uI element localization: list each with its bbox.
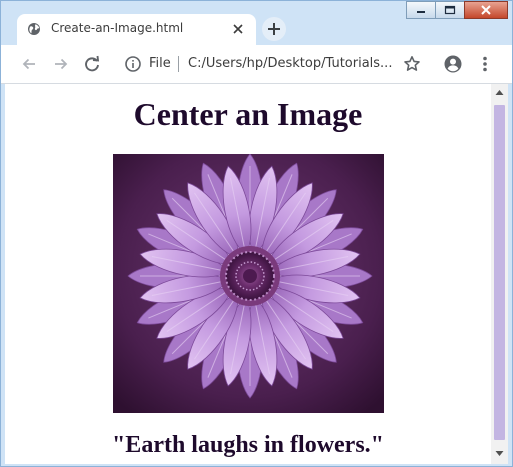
- tab-title: Create-an-Image.html: [51, 21, 184, 35]
- flower-image: [113, 154, 384, 413]
- scroll-down-arrow-icon[interactable]: [495, 450, 504, 457]
- scroll-up-arrow-icon[interactable]: [495, 89, 504, 96]
- omnibox-divider: [178, 56, 179, 72]
- browser-tab[interactable]: Create-an-Image.html: [17, 14, 256, 45]
- info-icon[interactable]: [124, 55, 142, 73]
- minimize-button[interactable]: [406, 1, 436, 19]
- address-bar[interactable]: File C:/Users/hp/Desktop/Tutorials...: [116, 51, 432, 77]
- close-icon[interactable]: [231, 22, 245, 36]
- page-heading: Center an Image: [133, 96, 363, 132]
- window-controls: [406, 1, 508, 21]
- close-window-button[interactable]: [464, 1, 508, 19]
- arrow-right-icon[interactable]: [51, 54, 71, 74]
- plus-icon: [268, 23, 280, 35]
- close-icon: [481, 5, 491, 15]
- arrow-left-icon[interactable]: [19, 54, 39, 74]
- browser-window: Create-an-Image.html File C:/Users/hp/De…: [0, 0, 513, 467]
- minimize-icon: [417, 11, 425, 13]
- account-icon[interactable]: [443, 54, 463, 74]
- tab-strip: Create-an-Image.html: [1, 1, 512, 45]
- vertical-scrollbar[interactable]: [491, 84, 508, 464]
- url-text[interactable]: C:/Users/hp/Desktop/Tutorials...: [188, 56, 424, 71]
- page-viewport: Center an Image "Earth laughs in flowers…: [5, 84, 491, 464]
- star-icon[interactable]: [402, 54, 422, 74]
- new-tab-button[interactable]: [262, 17, 286, 41]
- browser-toolbar: File C:/Users/hp/Desktop/Tutorials...: [1, 45, 512, 84]
- quote-text: "Earth laughs in flowers.": [111, 432, 384, 458]
- kebab-icon[interactable]: [475, 54, 495, 74]
- scheme-label: File: [149, 56, 171, 71]
- reload-icon[interactable]: [82, 54, 102, 74]
- globe-icon: [28, 23, 40, 35]
- maximize-icon: [444, 5, 456, 15]
- scrollbar-thumb[interactable]: [494, 105, 505, 440]
- maximize-button[interactable]: [435, 1, 465, 19]
